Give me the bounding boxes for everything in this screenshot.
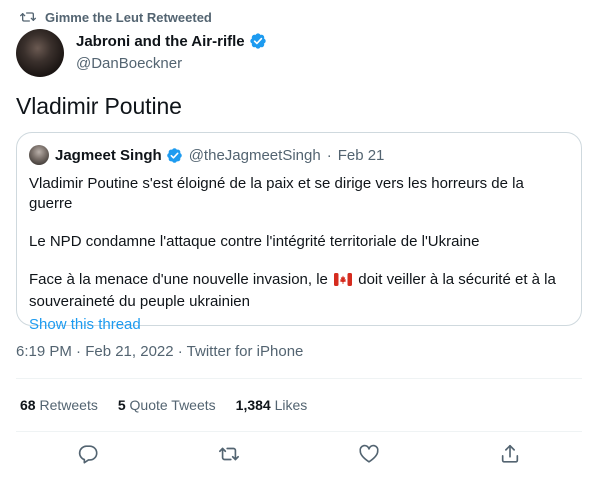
verified-badge-icon xyxy=(249,32,267,50)
canada-flag-icon xyxy=(334,272,353,292)
quoted-tweet-text: Vladimir Poutine s'est éloigné de la pai… xyxy=(29,174,569,335)
author-handle[interactable]: @DanBoeckner xyxy=(76,55,267,72)
like-icon[interactable] xyxy=(358,443,380,465)
retweet-icon xyxy=(20,10,36,24)
divider xyxy=(16,431,582,432)
retweet-header-text: Gimme the Leut Retweeted xyxy=(45,9,212,25)
share-icon[interactable] xyxy=(499,443,521,465)
quoted-author-handle[interactable]: @theJagmeetSingh xyxy=(189,147,321,164)
tweet-detail: Gimme the Leut Retweeted Jabroni and the… xyxy=(0,0,598,479)
tweet-stats: 68 Retweets 5 Quote Tweets 1,384 Likes xyxy=(20,397,307,413)
likes-label: Likes xyxy=(274,397,308,413)
retweets-count: 68 xyxy=(20,397,36,413)
quoted-paragraph: Vladimir Poutine s'est éloigné de la pai… xyxy=(29,175,524,212)
retweets-stat[interactable]: 68 Retweets xyxy=(20,397,98,413)
quoted-author-name[interactable]: Jagmeet Singh xyxy=(55,147,162,164)
quoted-paragraph-part: Face à la menace d'une nouvelle invasion… xyxy=(29,271,328,288)
quoted-paragraph: Face à la menace d'une nouvelle invasion… xyxy=(29,270,569,312)
likes-count: 1,384 xyxy=(235,397,271,413)
tweet-actions xyxy=(0,443,598,469)
quoted-separator: · xyxy=(326,146,332,164)
likes-stat[interactable]: 1,384 Likes xyxy=(236,397,308,413)
quoted-date[interactable]: Feb 21 xyxy=(338,147,385,164)
quoted-author-avatar[interactable] xyxy=(29,145,49,165)
author-avatar[interactable] xyxy=(16,29,64,77)
show-thread-link[interactable]: Show this thread xyxy=(29,315,569,335)
tweet-text: Vladimir Poutine xyxy=(16,93,182,119)
verified-badge-icon xyxy=(166,147,183,164)
quote-tweets-label: Quote Tweets xyxy=(129,397,216,413)
reply-icon[interactable] xyxy=(77,443,99,465)
retweets-label: Retweets xyxy=(39,397,98,413)
tweet-meta[interactable]: 6:19 PM · Feb 21, 2022 · Twitter for iPh… xyxy=(16,343,303,360)
author-display-name[interactable]: Jabroni and the Air-rifle xyxy=(76,33,245,50)
divider xyxy=(16,378,582,379)
retweet-header[interactable]: Gimme the Leut Retweeted xyxy=(20,8,212,26)
retweet-icon[interactable] xyxy=(218,443,240,465)
quoted-paragraph: Le NPD condamne l'attaque contre l'intég… xyxy=(29,233,480,250)
quote-tweets-count: 5 xyxy=(117,397,126,413)
quoted-tweet-card[interactable]: Jagmeet Singh @theJagmeetSingh · Feb 21 … xyxy=(16,132,582,333)
author-info: Jabroni and the Air-rifle @DanBoeckner xyxy=(76,32,267,72)
quote-tweets-stat[interactable]: 5 Quote Tweets xyxy=(118,397,216,413)
